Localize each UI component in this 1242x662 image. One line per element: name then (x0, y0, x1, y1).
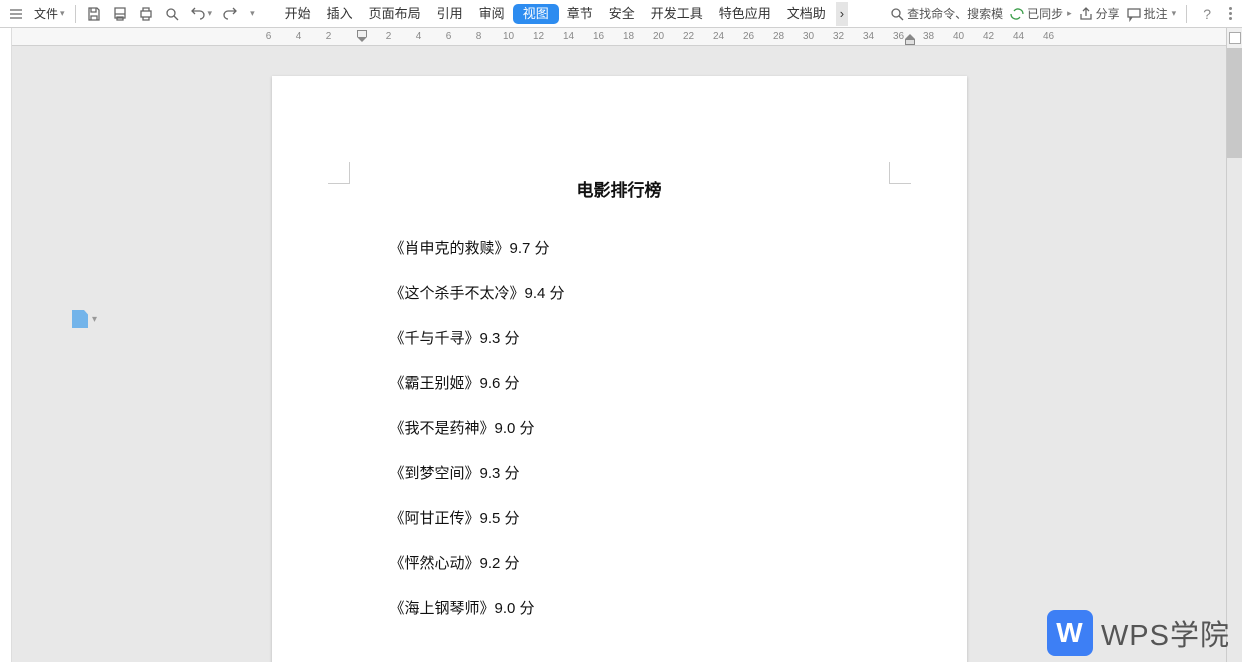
main-column: 6422468101214161820222426283032343638404… (12, 28, 1226, 662)
scroll-thumb[interactable] (1227, 48, 1242, 158)
ruler-tick: 12 (532, 31, 545, 42)
tab-8[interactable]: 开发工具 (643, 2, 711, 26)
ruler-tick: 6 (442, 31, 455, 42)
ruler-tick: 22 (682, 31, 695, 42)
ruler-tick: 14 (562, 31, 575, 42)
list-item[interactable]: 《我不是药神》9.0 分 (390, 417, 897, 438)
preview-button[interactable] (160, 2, 184, 26)
ruler-tick: 24 (712, 31, 725, 42)
chevron-down-icon: ▾ (60, 8, 65, 19)
tabs-overflow-button[interactable]: › (836, 2, 848, 26)
ruler-tick: 32 (832, 31, 845, 42)
chevron-down-icon: ▾ (92, 314, 97, 325)
hamburger-menu[interactable] (4, 2, 28, 26)
ruler-tick: 2 (382, 31, 395, 42)
tab-1[interactable]: 插入 (319, 2, 361, 26)
left-gutter (0, 28, 12, 662)
list-item[interactable]: 《到梦空间》9.3 分 (390, 462, 897, 483)
watermark: W WPS学院 (1047, 610, 1230, 656)
tab-0[interactable]: 开始 (277, 2, 319, 26)
tab-4[interactable]: 审阅 (471, 2, 513, 26)
wps-logo-icon: W (1047, 610, 1093, 656)
list-item[interactable]: 《怦然心动》9.2 分 (390, 552, 897, 573)
vertical-scrollbar[interactable] (1226, 28, 1242, 662)
save-button[interactable] (82, 2, 106, 26)
scroll-track[interactable] (1227, 48, 1242, 662)
ruler-tick: 44 (1012, 31, 1025, 42)
share-label: 分享 (1096, 5, 1120, 22)
chevron-down-icon: ▾ (250, 8, 255, 19)
tab-9[interactable]: 特色应用 (711, 2, 779, 26)
ruler-tick: 8 (472, 31, 485, 42)
sync-label: 已同步 (1027, 5, 1063, 22)
ruler-tick: 2 (322, 31, 335, 42)
page-title: 电影排行榜 (342, 176, 897, 201)
annotate-label: 批注 (1144, 5, 1168, 22)
ruler-tick: 18 (622, 31, 635, 42)
ruler-tick: 4 (292, 31, 305, 42)
ruler-tick: 28 (772, 31, 785, 42)
file-menu-label: 文件 (34, 5, 58, 22)
divider (75, 5, 76, 23)
ruler-tick: 30 (802, 31, 815, 42)
help-button[interactable]: ? (1197, 6, 1217, 22)
watermark-text: WPS学院 (1101, 612, 1230, 654)
ruler-toggle-icon[interactable] (1229, 32, 1241, 44)
ruler-tick: 4 (412, 31, 425, 42)
right-tools: 查找命令、搜索模 已同步 ▸ 分享 批注 ▾ ? (889, 5, 1238, 23)
ruler-tick: 36 (892, 31, 905, 42)
list-item[interactable]: 《千与千寻》9.3 分 (390, 327, 897, 348)
document-icon (72, 310, 88, 328)
list-item[interactable]: 《霸王别姬》9.6 分 (390, 372, 897, 393)
more-menu[interactable] (1223, 7, 1238, 20)
undo-button[interactable]: ▾ (186, 2, 217, 26)
list-item[interactable]: 《这个杀手不太冷》9.4 分 (390, 282, 897, 303)
annotate-button[interactable]: 批注 ▾ (1126, 5, 1177, 22)
ruler-tick: 42 (982, 31, 995, 42)
margin-corner-tr (889, 162, 911, 184)
tab-2[interactable]: 页面布局 (361, 2, 429, 26)
indent-marker-right[interactable] (905, 39, 915, 45)
ruler-tick: 6 (262, 31, 275, 42)
tab-10[interactable]: 文档助 (779, 2, 834, 26)
ruler-tick: 34 (862, 31, 875, 42)
ruler-tick: 20 (652, 31, 665, 42)
list-item[interactable]: 《阿甘正传》9.5 分 (390, 507, 897, 528)
share-button[interactable]: 分享 (1078, 5, 1120, 22)
list-item[interactable]: 《海上钢琴师》9.0 分 (390, 597, 897, 618)
page-nav-marker[interactable]: ▾ (72, 310, 97, 328)
ruler-tick: 26 (742, 31, 755, 42)
sync-status[interactable]: 已同步 ▸ (1009, 5, 1072, 22)
ruler-tick: 10 (502, 31, 515, 42)
search-placeholder-text: 查找命令、搜索模 (907, 5, 1003, 22)
list-item[interactable]: 《肖申克的救赎》9.7 分 (390, 237, 897, 258)
ruler-tick: 16 (592, 31, 605, 42)
command-search[interactable]: 查找命令、搜索模 (889, 5, 1003, 22)
horizontal-ruler[interactable]: 6422468101214161820222426283032343638404… (12, 28, 1226, 46)
chevron-down-icon: ▾ (1172, 8, 1177, 19)
tab-5[interactable]: 视图 (513, 4, 559, 24)
workspace: 6422468101214161820222426283032343638404… (0, 28, 1242, 662)
chevron-down-icon: ▾ (208, 8, 213, 19)
tab-3[interactable]: 引用 (429, 2, 471, 26)
print-preview-button[interactable] (108, 2, 132, 26)
redo-button[interactable] (218, 2, 242, 26)
print-button[interactable] (134, 2, 158, 26)
tab-6[interactable]: 章节 (559, 2, 601, 26)
document-canvas[interactable]: ▾ 电影排行榜 《肖申克的救赎》9.7 分《这个杀手不太冷》9.4 分《千与千寻… (12, 46, 1226, 662)
file-menu[interactable]: 文件 ▾ (30, 2, 69, 26)
main-toolbar: 文件 ▾ ▾ ▾ 开始插入页面布局引用审阅视图章节安全开发工具特色应用文档助 ›… (0, 0, 1242, 28)
ruler-tick: 38 (922, 31, 935, 42)
divider (1186, 5, 1187, 23)
chevron-down-icon: ▸ (1067, 8, 1072, 19)
margin-corner-tl (328, 162, 350, 184)
ruler-tick: 46 (1042, 31, 1055, 42)
indent-marker-first-line[interactable] (357, 30, 367, 37)
tab-7[interactable]: 安全 (601, 2, 643, 26)
ruler-tick: 40 (952, 31, 965, 42)
document-page[interactable]: 电影排行榜 《肖申克的救赎》9.7 分《这个杀手不太冷》9.4 分《千与千寻》9… (272, 76, 967, 662)
